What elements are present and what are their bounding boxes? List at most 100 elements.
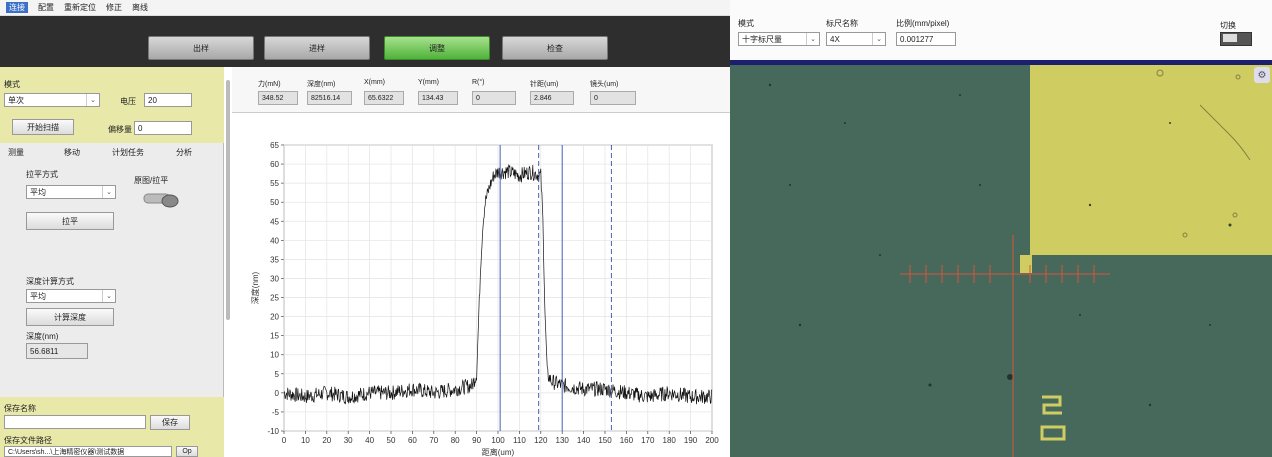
y-tick-label-1: -5 bbox=[272, 408, 280, 417]
x-tick-label-10: 100 bbox=[491, 436, 505, 445]
tab-measure[interactable]: 测量 bbox=[8, 147, 24, 158]
ruler-mode-select[interactable]: 十字标尺量 ⌄ bbox=[738, 32, 820, 46]
menu-correct[interactable]: 修正 bbox=[106, 2, 122, 13]
left-control-panel: 模式 单次 ⌄ 电压 20 开始扫描 偏移量 0 测量 移动 计划任务 分析 拉… bbox=[0, 67, 224, 457]
save-panel: 保存名称 保存 保存文件路径 C:\Users\sh...\上海精密仪器\测试数… bbox=[0, 397, 224, 457]
save-name-input[interactable] bbox=[4, 415, 146, 429]
save-path-label: 保存文件路径 bbox=[4, 436, 52, 445]
ruler-name-select[interactable]: 4X ⌄ bbox=[826, 32, 886, 46]
camera-settings-icon[interactable]: ⚙ bbox=[1254, 67, 1270, 83]
y-tick-label-11: 45 bbox=[270, 217, 279, 226]
chevron-down-icon: ⌄ bbox=[872, 33, 885, 45]
menu-config[interactable]: 配置 bbox=[38, 2, 54, 13]
x-axis-label: 距离(um) bbox=[482, 447, 515, 457]
menu-relocate[interactable]: 重新定位 bbox=[64, 2, 96, 13]
pad-label-marks bbox=[1040, 395, 1066, 441]
offset-input[interactable]: 0 bbox=[134, 121, 192, 135]
x-tick-label-13: 130 bbox=[556, 436, 570, 445]
menu-offline[interactable]: 离线 bbox=[132, 2, 148, 13]
calc-depth-button[interactable]: 计算深度 bbox=[26, 308, 114, 326]
depth-method-select[interactable]: 平均 ⌄ bbox=[26, 289, 116, 303]
y-tick-label-6: 20 bbox=[270, 313, 279, 322]
scope-overlay bbox=[768, 69, 1251, 457]
save-path-input[interactable]: C:\Users\sh...\上海精密仪器\测试数据 bbox=[4, 446, 172, 457]
x-tick-label-12: 120 bbox=[534, 436, 548, 445]
readout-value-6: 0 bbox=[590, 91, 636, 105]
readout-label-1: 深度(nm) bbox=[307, 81, 336, 88]
readout-value-3: 134.43 bbox=[418, 91, 458, 105]
depth-profile-svg: -10 -5 0 5 10 15 20 25 30 35 40 45 50 55 60 65 0 10 20 30 40… bbox=[250, 141, 719, 457]
tab-analysis[interactable]: 分析 bbox=[176, 147, 192, 158]
mode-select-value: 单次 bbox=[8, 95, 24, 105]
readout-label-4: R(°) bbox=[472, 79, 485, 86]
x-tick-label-6: 60 bbox=[408, 436, 417, 445]
x-tick-label-4: 40 bbox=[365, 436, 374, 445]
readout-value-0: 348.52 bbox=[258, 91, 298, 105]
x-tick-label-3: 30 bbox=[344, 436, 353, 445]
adjust-button[interactable]: 调整 bbox=[384, 36, 490, 60]
crosshair-ruler bbox=[900, 235, 1110, 457]
start-scan-button[interactable]: 开始扫描 bbox=[12, 119, 74, 135]
tab-schedule[interactable]: 计划任务 bbox=[112, 147, 144, 158]
depth-nm-label: 深度(nm) bbox=[26, 332, 59, 341]
ruler-mode-value: 十字标尺量 bbox=[742, 34, 782, 44]
y-tick-label-2: 0 bbox=[275, 389, 280, 398]
mode-select[interactable]: 单次 ⌄ bbox=[4, 93, 100, 107]
x-tick-label-19: 190 bbox=[684, 436, 698, 445]
readout-label-0: 力(mN) bbox=[258, 81, 281, 88]
menu-bar: 连接 配置 重新定位 修正 离线 bbox=[0, 0, 730, 16]
save-button[interactable]: 保存 bbox=[150, 415, 190, 430]
y-tick-label-5: 15 bbox=[270, 332, 279, 341]
readout-strip: 力(mN) 348.52 深度(nm) 82516.14 X(mm) 65.6322 Y(m… bbox=[232, 67, 730, 113]
toggle-switch-icon[interactable] bbox=[142, 189, 184, 213]
open-folder-button[interactable]: Op bbox=[176, 446, 198, 457]
x-tick-label-14: 140 bbox=[577, 436, 591, 445]
menu-connect[interactable]: 连接 bbox=[6, 2, 28, 13]
readout-label-5: 针距(um) bbox=[530, 81, 559, 88]
x-tick-label-0: 0 bbox=[282, 436, 287, 445]
y-tick-label-7: 25 bbox=[270, 294, 279, 303]
level-method-value: 平均 bbox=[30, 187, 46, 197]
x-tick-label-7: 70 bbox=[429, 436, 438, 445]
x-tick-label-8: 80 bbox=[451, 436, 460, 445]
offset-label: 偏移量 bbox=[108, 125, 132, 134]
inspect-button[interactable]: 检查 bbox=[502, 36, 608, 60]
y-tick-label-12: 50 bbox=[270, 198, 279, 207]
chevron-down-icon: ⌄ bbox=[86, 94, 99, 106]
x-tick-label-17: 170 bbox=[641, 436, 655, 445]
unload-button[interactable]: 出样 bbox=[148, 36, 254, 60]
chevron-down-icon: ⌄ bbox=[806, 33, 819, 45]
switch-label: 切换 bbox=[1220, 21, 1236, 30]
left-panel-scrollbar[interactable] bbox=[226, 80, 230, 320]
debris-specks bbox=[768, 83, 1232, 407]
save-name-label: 保存名称 bbox=[4, 404, 36, 413]
depth-method-value: 平均 bbox=[30, 291, 46, 301]
y-tick-label-8: 30 bbox=[270, 274, 279, 283]
action-bar: 出样 进样 调整 检查 bbox=[0, 16, 730, 67]
chevron-down-icon: ⌄ bbox=[102, 186, 115, 198]
tab-move[interactable]: 移动 bbox=[64, 147, 80, 158]
y-tick-label-9: 35 bbox=[270, 255, 279, 264]
level-button[interactable]: 拉平 bbox=[26, 212, 114, 230]
x-tick-label-15: 150 bbox=[598, 436, 612, 445]
depth-nm-value: 56.6811 bbox=[26, 343, 88, 359]
voltage-input[interactable]: 20 bbox=[144, 93, 192, 107]
x-tick-label-2: 20 bbox=[322, 436, 331, 445]
ruler-name-label: 标尺名称 bbox=[826, 19, 858, 28]
toggle-knob bbox=[1223, 34, 1237, 42]
x-tick-label-1: 10 bbox=[301, 436, 310, 445]
voltage-label: 电压 bbox=[120, 97, 136, 106]
camera-switch-toggle[interactable] bbox=[1220, 32, 1252, 46]
ratio-label: 比例(mm/pixel) bbox=[896, 19, 950, 28]
original-level-label: 原图/拉平 bbox=[134, 176, 169, 185]
readout-value-1: 82516.14 bbox=[307, 91, 352, 105]
load-button[interactable]: 进样 bbox=[264, 36, 370, 60]
y-tick-label-0: -10 bbox=[267, 427, 279, 436]
level-method-select[interactable]: 平均 ⌄ bbox=[26, 185, 116, 199]
readout-value-2: 65.6322 bbox=[364, 91, 404, 105]
ratio-input[interactable]: 0.001277 bbox=[896, 32, 956, 46]
depth-method-label: 深度计算方式 bbox=[26, 277, 74, 286]
readout-label-3: Y(mm) bbox=[418, 79, 439, 86]
microscope-view[interactable]: ⚙ bbox=[730, 65, 1272, 457]
x-tick-label-5: 50 bbox=[387, 436, 396, 445]
